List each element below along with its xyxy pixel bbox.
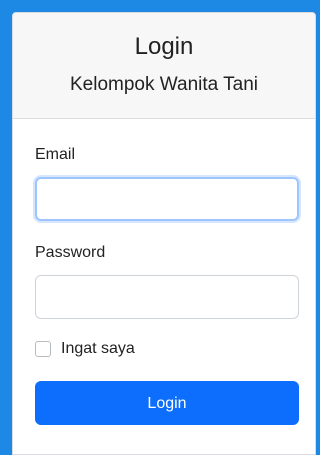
login-form: Email Password Ingat saya Login — [13, 145, 315, 425]
login-card: Login Kelompok Wanita Tani Email Passwor… — [12, 12, 316, 455]
remember-label[interactable]: Ingat saya — [61, 340, 135, 358]
login-button[interactable]: Login — [35, 381, 299, 425]
remember-checkbox[interactable] — [35, 341, 51, 357]
email-field[interactable] — [35, 177, 299, 221]
password-label: Password — [35, 244, 106, 261]
email-label: Email — [35, 146, 76, 163]
password-field[interactable] — [35, 275, 299, 319]
remember-me[interactable]: Ingat saya — [35, 340, 293, 358]
page-subtitle: Kelompok Wanita Tani — [70, 74, 258, 95]
page-title: Login — [134, 33, 194, 60]
card-header: Login Kelompok Wanita Tani — [13, 13, 315, 119]
